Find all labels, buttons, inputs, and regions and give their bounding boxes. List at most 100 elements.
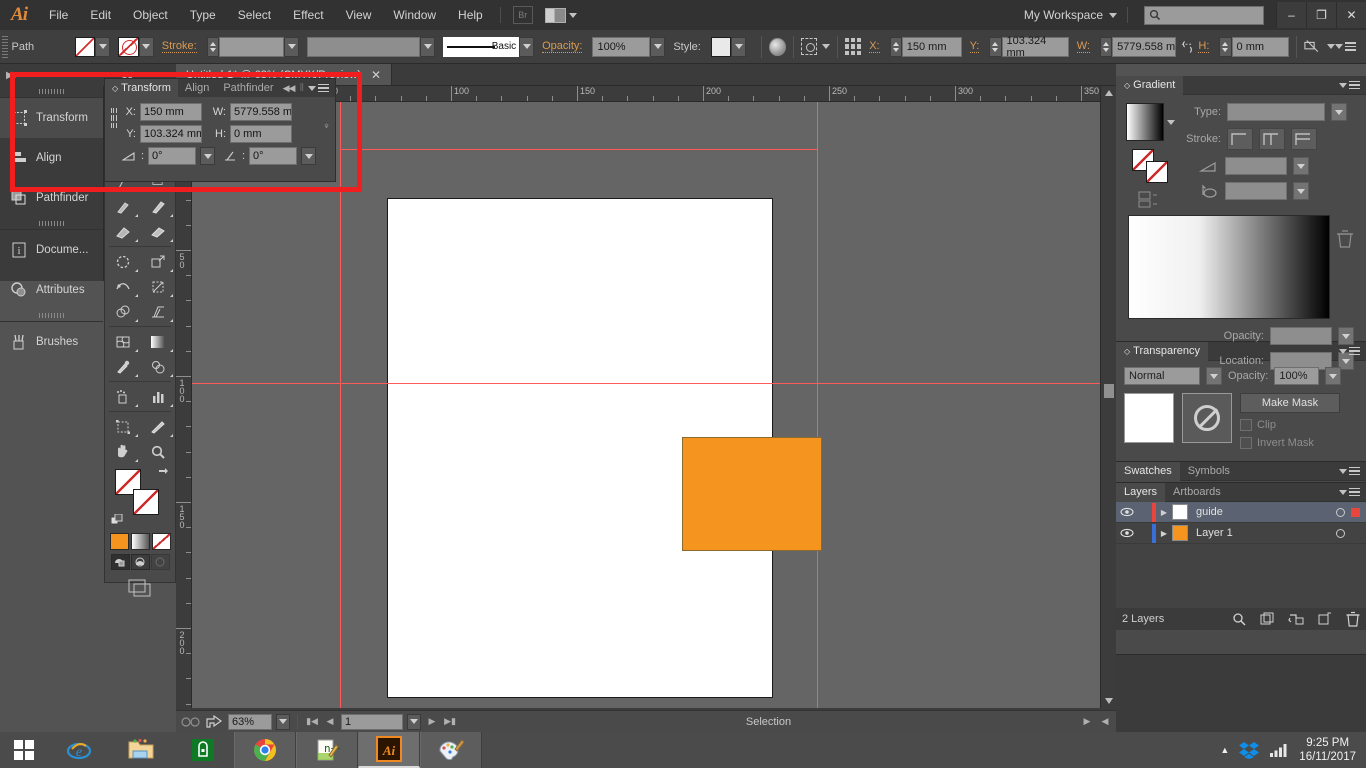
draw-behind-mode-button[interactable]: [130, 554, 150, 570]
reference-point-selector[interactable]: [111, 108, 116, 128]
pencil-tool[interactable]: [140, 194, 175, 219]
fill-dropdown[interactable]: [95, 36, 111, 57]
menu-window[interactable]: Window: [382, 0, 447, 30]
variable-width-profile-input[interactable]: [307, 36, 421, 57]
taskbar-internet-explorer[interactable]: e: [48, 732, 110, 768]
sidebar-item-brushes[interactable]: Brushes: [0, 322, 103, 362]
gradient-angle-input[interactable]: [1225, 157, 1287, 175]
gradient-preview-swatch[interactable]: [1126, 103, 1164, 141]
layer-name[interactable]: guide: [1188, 506, 1336, 518]
vertical-ruler[interactable]: 050100150200250: [176, 102, 192, 708]
shape-builder-tool[interactable]: [105, 299, 140, 324]
variable-width-dropdown[interactable]: [420, 36, 436, 57]
gradient-type-input[interactable]: [1227, 103, 1325, 121]
stroke-weight-dropdown[interactable]: [284, 36, 300, 57]
sidebar-item-document-info[interactable]: i Docume...: [0, 230, 103, 270]
default-fill-stroke-icon[interactable]: [111, 514, 124, 527]
workspace-switcher[interactable]: My Workspace: [1024, 8, 1121, 22]
perspective-grid-tool[interactable]: [140, 299, 175, 324]
smooth-tool[interactable]: [105, 219, 140, 244]
minimize-button[interactable]: –: [1276, 2, 1306, 28]
swap-fill-stroke-icon[interactable]: [157, 467, 169, 479]
gradient-aspect-dropdown[interactable]: [1293, 182, 1309, 200]
expand-panels-icon[interactable]: ▶▶: [6, 70, 19, 81]
invert-mask-checkbox-row[interactable]: Invert Mask: [1240, 437, 1340, 449]
scale-strokes-effects-icon[interactable]: [324, 115, 329, 137]
transform-h-input[interactable]: 0 mm: [230, 125, 292, 143]
invert-mask-checkbox[interactable]: [1240, 437, 1252, 449]
stroke-dropdown[interactable]: [138, 36, 154, 57]
release-to-layers-icon[interactable]: [1288, 612, 1304, 626]
transform-rotate-input[interactable]: 0°: [148, 147, 196, 165]
swatches-panel-menu[interactable]: [1339, 466, 1360, 476]
screen-mode-button[interactable]: [105, 574, 175, 598]
stroke-gradient-within-button[interactable]: [1227, 128, 1253, 150]
scroll-left-icon[interactable]: ◀: [1098, 714, 1112, 730]
stroke-swatch[interactable]: [118, 36, 139, 57]
none-button[interactable]: [151, 533, 171, 550]
next-artboard-button[interactable]: ▶: [425, 714, 439, 730]
stroke-color-proxy[interactable]: [133, 489, 159, 515]
control-bar-grip[interactable]: [2, 35, 8, 58]
gradient-panel-menu[interactable]: [1339, 80, 1360, 90]
reverse-gradient-icon[interactable]: [1138, 191, 1164, 209]
layer-visibility-icon[interactable]: [1116, 507, 1138, 517]
h-input[interactable]: 0 mm: [1231, 36, 1290, 57]
graphic-style-swatch[interactable]: [710, 36, 732, 57]
transform-panel-menu[interactable]: [308, 83, 329, 93]
tab-align[interactable]: Align: [178, 79, 216, 97]
taskbar-paint[interactable]: [420, 732, 482, 768]
sidebar-item-align[interactable]: Align: [0, 138, 103, 178]
layer-target-icon[interactable]: [1336, 507, 1345, 517]
chevron-down-icon[interactable]: [821, 44, 830, 49]
y-stepper[interactable]: [989, 36, 1002, 57]
layers-panel-menu[interactable]: [1339, 487, 1360, 497]
menu-effect[interactable]: Effect: [282, 0, 334, 30]
search-input[interactable]: [1144, 5, 1264, 25]
zoom-tool[interactable]: [140, 439, 175, 464]
close-icon[interactable]: ✕: [371, 68, 381, 82]
hand-tool[interactable]: [105, 439, 140, 464]
mask-thumbnail[interactable]: [1182, 393, 1232, 443]
gradient-button[interactable]: [130, 533, 150, 550]
x-stepper[interactable]: [889, 36, 902, 57]
transform-shear-input[interactable]: 0°: [249, 147, 297, 165]
gradient-tool[interactable]: [140, 329, 175, 354]
menu-object[interactable]: Object: [122, 0, 179, 30]
make-mask-button[interactable]: Make Mask: [1240, 393, 1340, 413]
taskbar-file-explorer[interactable]: [110, 732, 172, 768]
stroke-weight-input[interactable]: [218, 36, 285, 57]
close-button[interactable]: ✕: [1336, 2, 1366, 28]
w-stepper[interactable]: [1099, 36, 1113, 57]
transform-shear-dropdown[interactable]: [301, 147, 316, 165]
dock-group-grip-1[interactable]: [0, 86, 103, 98]
taskbar-adobe-illustrator[interactable]: Ai: [358, 732, 420, 768]
tab-transform[interactable]: ◇ Transform: [105, 79, 178, 97]
transform-rotate-dropdown[interactable]: [200, 147, 215, 165]
artboard-number-dropdown[interactable]: [407, 713, 421, 730]
tab-pathfinder[interactable]: Pathfinder: [216, 79, 280, 97]
dock-group-grip-2[interactable]: [0, 218, 103, 230]
scroll-up-icon[interactable]: [1101, 86, 1117, 100]
transparency-opacity-dropdown[interactable]: [1325, 367, 1342, 385]
opacity-dropdown[interactable]: [650, 36, 666, 57]
graphic-style-dropdown[interactable]: [731, 36, 747, 57]
gradient-aspect-input[interactable]: [1225, 182, 1287, 200]
transparency-opacity-input[interactable]: 100%: [1274, 367, 1320, 385]
blend-mode-select[interactable]: Normal: [1124, 367, 1200, 385]
gradient-type-dropdown[interactable]: [1331, 103, 1347, 121]
zoom-level-dropdown[interactable]: [276, 713, 290, 730]
transform-y-input[interactable]: 103.324 mm: [140, 125, 202, 143]
x-input[interactable]: 150 mm: [901, 36, 962, 57]
width-tool[interactable]: [105, 274, 140, 299]
status-menu-arrow[interactable]: ▶: [1080, 714, 1094, 730]
w-input[interactable]: 5779.558 mm: [1112, 36, 1176, 57]
menu-select[interactable]: Select: [227, 0, 282, 30]
start-button[interactable]: [0, 732, 48, 768]
zoom-level-input[interactable]: 63%: [228, 713, 272, 730]
status-text[interactable]: Selection: [461, 716, 1076, 728]
chevron-down-icon[interactable]: [1167, 119, 1175, 125]
h-stepper[interactable]: [1219, 36, 1232, 57]
table-row[interactable]: ▶ Layer 1: [1116, 523, 1366, 544]
control-panel-menu[interactable]: [1335, 42, 1357, 51]
